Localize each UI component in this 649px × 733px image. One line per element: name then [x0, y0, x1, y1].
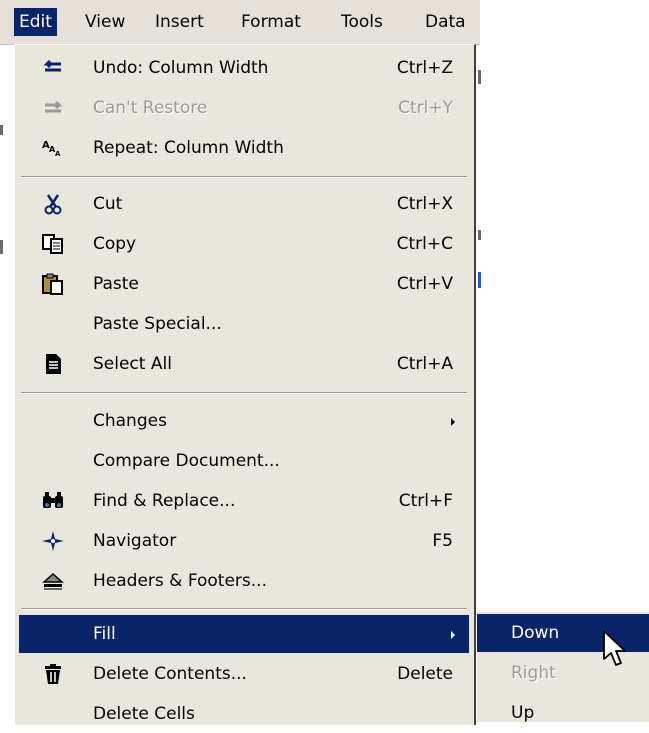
menu-edit[interactable]: Edit	[14, 8, 57, 36]
menu-item-compare-document[interactable]: Compare Document...	[19, 442, 469, 480]
submenu-arrow-icon	[451, 631, 455, 639]
menu-item-shortcut: Ctrl+F	[398, 491, 453, 511]
menu-item-repeat[interactable]: AAA Repeat: Column Width	[19, 129, 469, 167]
copy-icon	[41, 233, 65, 255]
submenu-item-label: Right	[511, 663, 556, 683]
menu-item-copy[interactable]: Copy Ctrl+C	[19, 225, 469, 263]
menu-item-restore[interactable]: Can't Restore Ctrl+Y	[19, 89, 469, 127]
menu-item-delete-contents[interactable]: Delete Contents... Delete	[19, 655, 469, 693]
select-all-icon	[41, 353, 65, 375]
menu-item-undo[interactable]: Undo: Column Width Ctrl+Z	[19, 49, 469, 87]
undo-icon	[41, 57, 65, 79]
menu-separator	[21, 392, 467, 394]
menu-item-select-all[interactable]: Select All Ctrl+A	[19, 345, 469, 383]
edit-menu: Undo: Column Width Ctrl+Z Can't Restore …	[14, 44, 476, 725]
navigator-icon	[41, 530, 65, 552]
headers-footers-icon	[41, 570, 65, 592]
menu-item-label: Delete Cells	[93, 704, 195, 724]
menu-item-navigator[interactable]: Navigator F5	[19, 522, 469, 560]
scissors-icon	[41, 193, 65, 215]
submenu-item-label: Down	[511, 623, 560, 643]
menu-item-label: Delete Contents...	[93, 664, 247, 684]
background-fragment	[478, 230, 481, 240]
menu-separator	[21, 176, 467, 178]
menu-item-cut[interactable]: Cut Ctrl+X	[19, 185, 469, 223]
menu-item-paste[interactable]: Paste Ctrl+V	[19, 265, 469, 303]
menu-item-label: Can't Restore	[93, 98, 208, 118]
menu-item-label: Select All	[93, 354, 172, 374]
menu-item-paste-special[interactable]: Paste Special...	[19, 305, 469, 343]
menu-item-shortcut: Ctrl+X	[396, 194, 453, 214]
menu-view[interactable]: View	[80, 8, 130, 36]
menu-separator	[21, 608, 467, 610]
paste-icon	[41, 273, 65, 295]
menu-item-fill[interactable]: Fill	[19, 615, 469, 653]
trash-icon	[41, 663, 65, 685]
menu-item-label: Headers & Footers...	[93, 571, 267, 591]
menu-item-shortcut: Ctrl+V	[396, 274, 453, 294]
menu-item-shortcut: Delete	[397, 664, 453, 684]
background-fragment	[0, 240, 3, 254]
menu-item-delete-cells[interactable]: Delete Cells	[19, 695, 469, 733]
menu-bar: Edit View Insert Format Tools Data	[0, 0, 480, 45]
menu-item-label: Fill	[93, 624, 116, 644]
menu-item-headers-footers[interactable]: Headers & Footers...	[19, 562, 469, 600]
menu-item-label: Copy	[93, 234, 137, 254]
background-fragment	[478, 70, 481, 84]
menu-item-find-replace[interactable]: Find & Replace... Ctrl+F	[19, 482, 469, 520]
svg-text:A: A	[55, 150, 61, 158]
menu-item-label: Compare Document...	[93, 451, 280, 471]
submenu-arrow-icon	[451, 418, 455, 426]
menu-item-label: Navigator	[93, 531, 177, 551]
menu-item-label: Find & Replace...	[93, 491, 236, 511]
submenu-item-up[interactable]: Up	[477, 694, 649, 732]
menu-item-changes[interactable]: Changes	[19, 402, 469, 440]
background-fragment	[0, 125, 3, 135]
submenu-item-label: Up	[511, 703, 535, 723]
redo-icon	[41, 97, 65, 119]
menu-item-label: Undo: Column Width	[93, 58, 269, 78]
binoculars-icon	[41, 490, 65, 512]
menu-tools[interactable]: Tools	[336, 8, 388, 36]
menu-item-shortcut: F5	[432, 531, 453, 551]
menu-item-shortcut: Ctrl+Z	[396, 58, 453, 78]
mouse-cursor-icon	[602, 629, 628, 669]
menu-item-label: Repeat: Column Width	[93, 138, 284, 158]
menu-item-shortcut: Ctrl+A	[396, 354, 453, 374]
repeat-icon: AAA	[41, 137, 65, 159]
menu-item-label: Paste	[93, 274, 139, 294]
menu-insert[interactable]: Insert	[150, 8, 209, 36]
menu-data[interactable]: Data	[420, 8, 471, 36]
menu-item-shortcut: Ctrl+Y	[398, 98, 453, 118]
menu-item-shortcut: Ctrl+C	[396, 234, 453, 254]
menu-item-label: Cut	[93, 194, 123, 214]
menu-format[interactable]: Format	[236, 8, 306, 36]
menu-item-label: Paste Special...	[93, 314, 222, 334]
background-fragment	[478, 272, 481, 288]
menu-item-label: Changes	[93, 411, 167, 431]
